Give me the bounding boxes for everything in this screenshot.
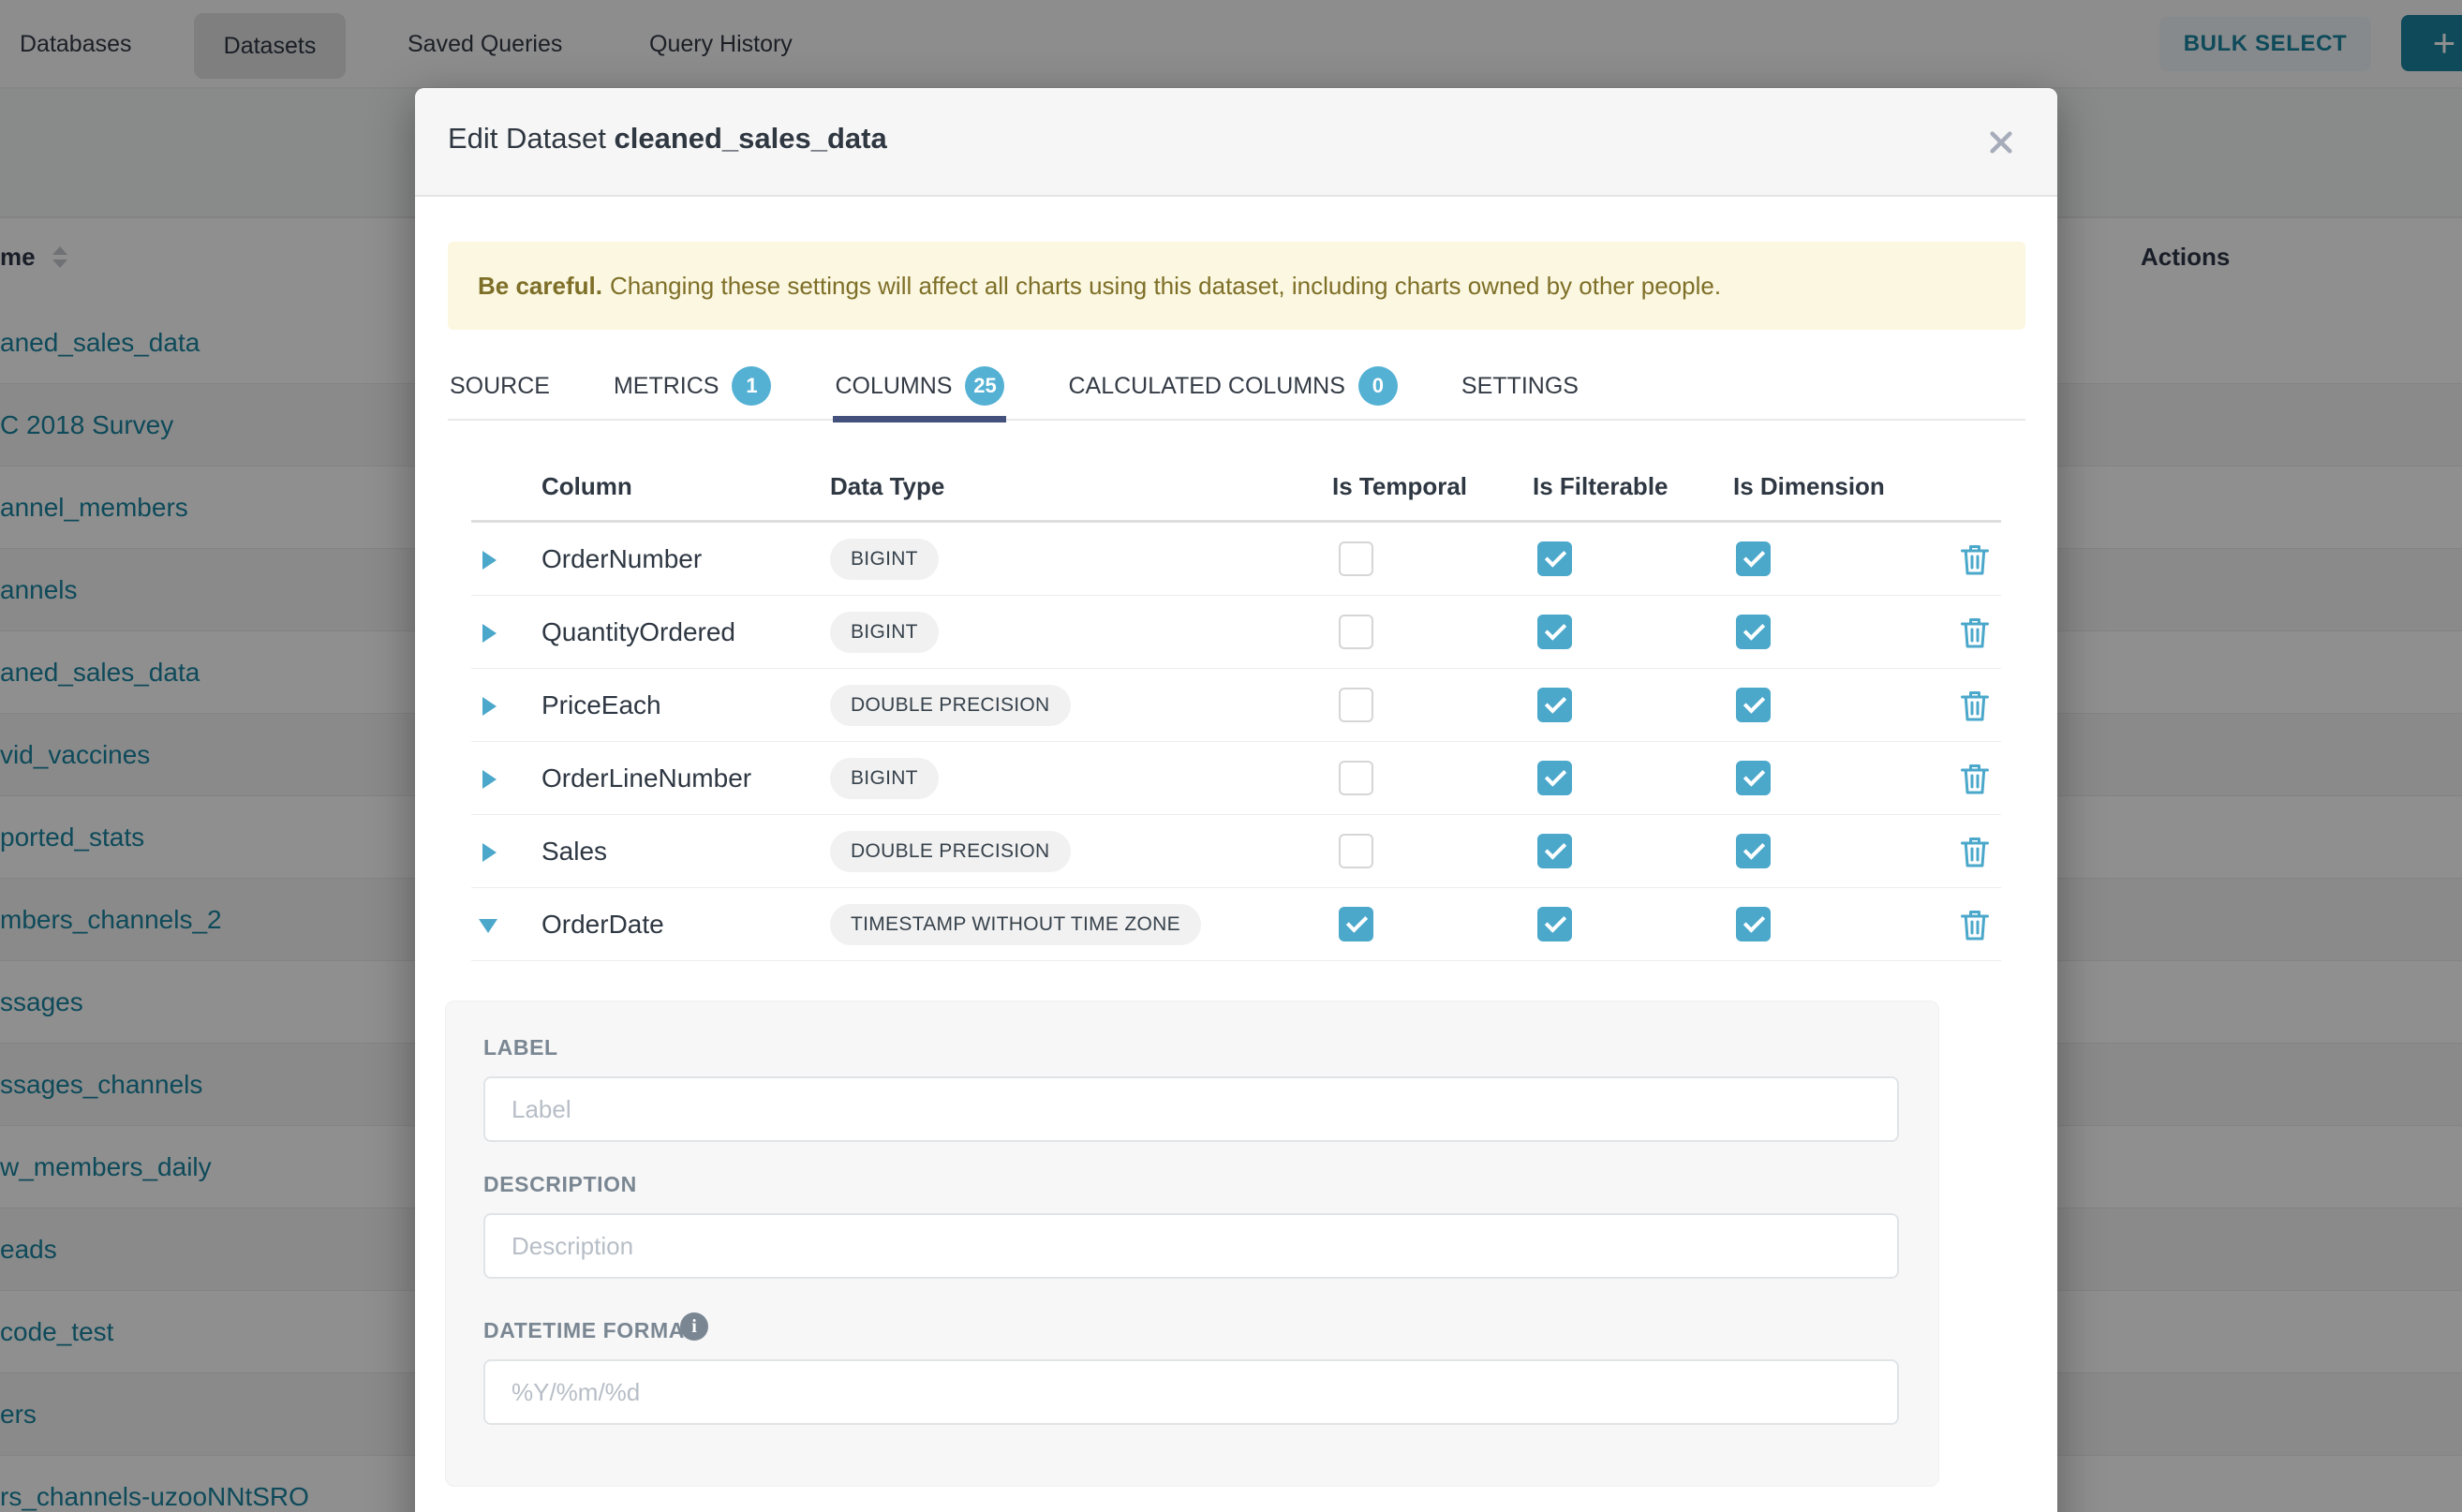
columns-table-header: Column Data Type Is Temporal Is Filterab… [471,450,2001,523]
is-dimension-checkbox[interactable] [1736,615,1771,649]
label-field-label: LABEL [483,1035,558,1060]
header-column: Column [541,472,632,501]
delete-column-button[interactable] [1959,908,1991,941]
is-filterable-checkbox[interactable] [1537,688,1572,722]
datetime-format-field-label: DATETIME FORMAT [483,1318,697,1343]
data-type-pill: BIGINT [830,539,939,580]
data-type-pill: DOUBLE PRECISION [830,831,1071,872]
trash-icon [1959,762,1991,795]
column-detail-panel: LABEL DESCRIPTION DATETIME FORMAT i [445,1001,1939,1487]
is-dimension-checkbox[interactable] [1736,834,1771,868]
warning-bold: Be careful. [478,272,602,301]
is-filterable-checkbox[interactable] [1537,541,1572,576]
datasets-page: Databases Datasets Saved Queries Query H… [0,0,2462,1512]
metrics-count-badge: 1 [732,366,771,406]
column-row: PriceEach DOUBLE PRECISION [471,669,2001,742]
is-temporal-checkbox[interactable] [1339,615,1373,649]
is-filterable-checkbox[interactable] [1537,907,1572,941]
header-is-dimension: Is Dimension [1733,472,1885,501]
data-type-pill: BIGINT [830,612,939,653]
tab-columns[interactable]: COLUMNS 25 [833,353,1006,419]
is-filterable-checkbox[interactable] [1537,615,1572,649]
trash-icon [1959,542,1991,576]
trash-icon [1959,908,1991,941]
columns-count-badge: 25 [965,366,1004,406]
close-icon [1986,127,2016,157]
column-row: OrderNumber BIGINT [471,523,2001,596]
is-filterable-checkbox[interactable] [1537,761,1572,795]
tab-metrics[interactable]: METRICS 1 [612,353,774,419]
is-dimension-checkbox[interactable] [1736,761,1771,795]
tab-source[interactable]: SOURCE [448,353,552,419]
is-dimension-checkbox[interactable] [1736,541,1771,576]
column-row: OrderLineNumber BIGINT [471,742,2001,815]
description-field-label: DESCRIPTION [483,1172,637,1197]
column-name: Sales [541,837,607,867]
info-icon[interactable]: i [680,1312,708,1341]
expand-caret-icon[interactable] [482,551,497,570]
column-row: QuantityOrdered BIGINT [471,596,2001,669]
warning-text: Changing these settings will affect all … [610,272,1721,301]
modal-tabs: SOURCE METRICS 1 COLUMNS 25 CALCULATED COL… [448,353,2025,421]
modal-title-dataset: cleaned_sales_data [614,122,886,155]
data-type-pill: TIMESTAMP WITHOUT TIME ZONE [830,904,1201,945]
edit-dataset-modal: Edit Dataset cleaned_sales_data Be caref… [415,88,2057,1512]
expand-caret-icon[interactable] [482,843,497,862]
is-dimension-checkbox[interactable] [1736,907,1771,941]
description-input[interactable] [483,1213,1899,1279]
expand-caret-icon[interactable] [482,624,497,643]
header-is-filterable: Is Filterable [1533,472,1669,501]
expand-caret-icon[interactable] [482,697,497,716]
delete-column-button[interactable] [1959,542,1991,576]
tab-label: SOURCE [450,373,550,400]
is-temporal-checkbox[interactable] [1339,688,1373,722]
header-data-type: Data Type [830,472,944,501]
is-temporal-checkbox[interactable] [1339,907,1373,941]
tab-label: COLUMNS [835,373,952,400]
column-name: PriceEach [541,690,661,720]
calculated-columns-count-badge: 0 [1358,366,1398,406]
expand-caret-icon[interactable] [482,770,497,789]
label-input[interactable] [483,1076,1899,1142]
data-type-pill: DOUBLE PRECISION [830,685,1071,726]
column-name: OrderNumber [541,544,702,574]
datetime-format-input[interactable] [483,1359,1899,1425]
modal-header: Edit Dataset cleaned_sales_data [415,88,2057,197]
trash-icon [1959,615,1991,649]
tab-label: CALCULATED COLUMNS [1068,373,1344,400]
trash-icon [1959,835,1991,868]
is-temporal-checkbox[interactable] [1339,541,1373,576]
tab-label: SETTINGS [1461,373,1579,400]
columns-table: Column Data Type Is Temporal Is Filterab… [471,450,2001,961]
modal-title-prefix: Edit Dataset [448,122,614,155]
data-type-pill: BIGINT [830,758,939,799]
column-name: OrderDate [541,910,664,940]
is-dimension-checkbox[interactable] [1736,688,1771,722]
tab-settings[interactable]: SETTINGS [1460,353,1580,419]
close-button[interactable] [1982,124,2020,161]
column-name: OrderLineNumber [541,763,751,793]
modal-title: Edit Dataset cleaned_sales_data [448,122,887,156]
column-row-expanded: OrderDate TIMESTAMP WITHOUT TIME ZONE [471,888,2001,961]
delete-column-button[interactable] [1959,689,1991,722]
tab-calculated-columns[interactable]: CALCULATED COLUMNS 0 [1066,353,1399,419]
trash-icon [1959,689,1991,722]
header-is-temporal: Is Temporal [1332,472,1467,501]
is-filterable-checkbox[interactable] [1537,834,1572,868]
is-temporal-checkbox[interactable] [1339,834,1373,868]
warning-banner: Be careful. Changing these settings will… [448,242,2025,330]
column-name: QuantityOrdered [541,617,735,647]
is-temporal-checkbox[interactable] [1339,761,1373,795]
collapse-caret-icon[interactable] [479,919,497,933]
delete-column-button[interactable] [1959,835,1991,868]
delete-column-button[interactable] [1959,762,1991,795]
delete-column-button[interactable] [1959,615,1991,649]
column-row: Sales DOUBLE PRECISION [471,815,2001,888]
tab-label: METRICS [614,373,719,400]
